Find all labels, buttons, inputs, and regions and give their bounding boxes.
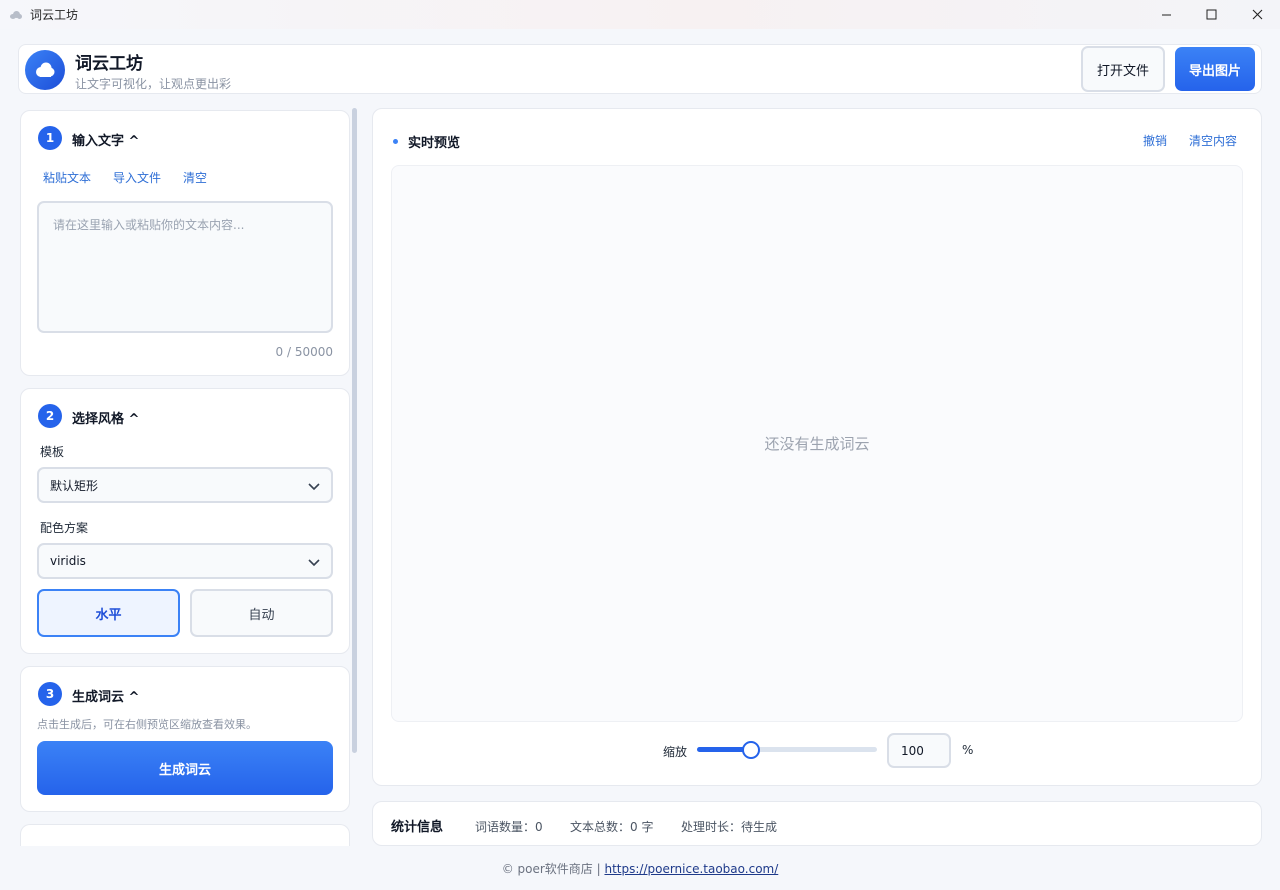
close-button[interactable] (1234, 0, 1280, 29)
maximize-icon (1206, 9, 1216, 20)
export-image-button[interactable]: 导出图片 (1175, 47, 1255, 91)
auto-toggle[interactable]: 自动 (190, 589, 333, 637)
zoom-input[interactable]: 100 (887, 733, 951, 768)
cloud-logo-icon (36, 62, 55, 77)
minimize-icon (1161, 14, 1171, 16)
app-title: 词云工坊 (75, 54, 143, 74)
footer-text: © poer软件商店 | (501, 862, 605, 876)
style-card: 2 选择风格 ^ 模板 默认矩形 配色方案 viridis 水平 自动 (20, 388, 350, 654)
template-value: 默认矩形 (50, 478, 99, 493)
word-count: 词语数量：0 (475, 820, 543, 834)
logo (25, 50, 65, 90)
text-input[interactable]: 请在这里输入或粘贴你的文本内容... (37, 201, 333, 333)
char-counter: 0 / 50000 (275, 345, 333, 359)
chevron-down-icon (308, 483, 320, 491)
title-bar: 词云工坊 (0, 0, 1280, 29)
generate-card: 3 生成词云 ^ 点击生成后，可在右侧预览区缩放查看效果。 生成词云 (20, 666, 350, 812)
step-number: 3 (38, 682, 62, 706)
colorscheme-value: viridis (50, 554, 86, 568)
zoom-label: 缩放 (663, 745, 688, 759)
zoom-slider[interactable] (697, 741, 877, 759)
step-title-style[interactable]: 选择风格 ^ (72, 408, 139, 427)
footer: © poer软件商店 | https://poernice.taobao.com… (0, 860, 1280, 877)
chevron-down-icon (308, 559, 320, 567)
step-number: 1 (38, 126, 62, 150)
footer-link[interactable]: https://poernice.taobao.com/ (604, 862, 778, 876)
undo-link[interactable]: 撤销 (1143, 132, 1167, 149)
horizontal-toggle[interactable]: 水平 (37, 589, 180, 637)
template-label: 模板 (40, 445, 65, 459)
colorscheme-label: 配色方案 (40, 521, 89, 535)
cloud-icon (10, 10, 22, 19)
stats-title: 统计信息 (391, 820, 444, 835)
app-header: 词云工坊 让文字可视化，让观点更出彩 打开文件 导出图片 (18, 44, 1262, 94)
left-panel-scrollbar[interactable] (352, 108, 357, 753)
stats-bar: 统计信息 词语数量：0 文本总数：0 字 处理时长：待生成 (372, 801, 1262, 846)
generate-button[interactable]: 生成词云 (37, 741, 333, 795)
clear-content-link[interactable]: 清空内容 (1189, 132, 1237, 149)
clear-link[interactable]: 清空 (183, 169, 207, 186)
zoom-slider-thumb[interactable] (742, 741, 760, 759)
paste-text-link[interactable]: 粘贴文本 (43, 169, 91, 186)
zoom-unit: % (962, 743, 974, 757)
minimize-button[interactable] (1143, 0, 1189, 29)
maximize-button[interactable] (1188, 0, 1234, 29)
bullet-dot (393, 139, 398, 144)
open-file-button[interactable]: 打开文件 (1081, 46, 1165, 92)
input-text-card: 1 输入文字 ^ 粘贴文本 导入文件 清空 请在这里输入或粘贴你的文本内容...… (20, 110, 350, 376)
empty-message: 还没有生成词云 (764, 435, 870, 453)
preview-panel: 实时预览 撤销 清空内容 还没有生成词云 缩放 100 % (372, 108, 1262, 786)
preview-canvas[interactable]: 还没有生成词云 (391, 165, 1243, 722)
colorscheme-select[interactable]: viridis (37, 543, 333, 579)
next-card (20, 824, 350, 846)
text-total: 文本总数：0 字 (570, 820, 654, 834)
step-title-input[interactable]: 输入文字 ^ (72, 130, 139, 149)
window-title: 词云工坊 (30, 8, 79, 22)
step-number: 2 (38, 404, 62, 428)
generate-hint: 点击生成后，可在右侧预览区缩放查看效果。 (37, 718, 257, 731)
preview-title: 实时预览 (408, 136, 461, 151)
processing-duration: 处理时长：待生成 (681, 820, 778, 834)
step-title-generate[interactable]: 生成词云 ^ (72, 686, 139, 705)
import-file-link[interactable]: 导入文件 (113, 169, 161, 186)
app-subtitle: 让文字可视化，让观点更出彩 (75, 77, 232, 91)
template-select[interactable]: 默认矩形 (37, 467, 333, 503)
close-icon (1252, 9, 1262, 20)
